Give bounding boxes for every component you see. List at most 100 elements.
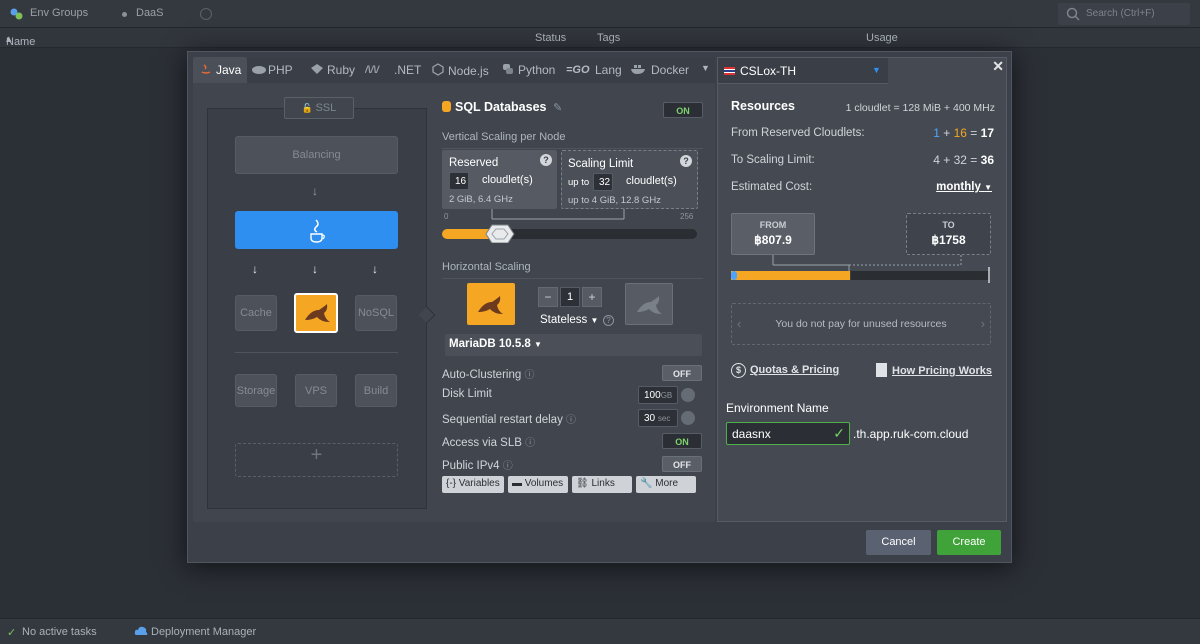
slider-max-label: 256	[680, 212, 694, 221]
help-icon[interactable]: ?	[603, 315, 614, 326]
java-app-server-node[interactable]	[235, 211, 398, 249]
cloudlet-definition: 1 cloudlet = 128 MiB + 400 MHz	[845, 102, 995, 114]
seal-icon	[303, 302, 331, 327]
wrench-icon: 🔧	[640, 478, 653, 489]
variables-button[interactable]: {-} Variables	[442, 476, 504, 493]
help-icon[interactable]: ⓘ	[566, 415, 576, 426]
help-icon[interactable]: ?	[680, 155, 692, 167]
scaling-limit-sum: 4 + 32 = 36	[933, 153, 994, 167]
divider	[442, 148, 703, 149]
status-bar: ✓ No active tasks Deployment Manager	[0, 618, 1200, 644]
chevron-right-icon[interactable]: ›	[981, 316, 985, 331]
limit-cloudlets-input[interactable]: 32	[593, 173, 613, 191]
arrow-down-icon: ↓	[312, 184, 318, 198]
tab-ruby[interactable]: Ruby	[310, 57, 355, 83]
column-name[interactable]: Name ▴	[6, 32, 35, 48]
arrow-down-icon: ↓	[372, 262, 378, 276]
from-label: FROM	[759, 220, 787, 230]
dollar-circle-icon: $	[731, 363, 746, 378]
from-value: ฿807.9	[754, 233, 792, 247]
reserved-title: Reserved	[449, 157, 499, 169]
scaling-mode-dropdown[interactable]: Stateless ▼	[540, 314, 598, 326]
quotas-pricing-link[interactable]: $ Quotas & Pricing	[731, 363, 839, 378]
svg-text:=GO: =GO	[566, 64, 590, 75]
vps-node[interactable]: VPS	[295, 374, 337, 407]
column-tags[interactable]: Tags	[597, 32, 620, 44]
vertical-scaling-slider[interactable]	[442, 209, 704, 243]
divider	[235, 352, 398, 353]
cost-period-dropdown[interactable]: monthly ▼	[936, 181, 992, 193]
dotnet-icon: /\/\/	[364, 63, 391, 76]
tab-php[interactable]: PHP	[251, 57, 293, 83]
env-groups-icon[interactable]	[9, 7, 23, 21]
tab-dotnet[interactable]: /\/\/.NET	[364, 57, 421, 83]
spinner-icon[interactable]	[681, 388, 695, 402]
close-tab-icon[interactable]	[200, 8, 212, 20]
caret-down-icon: ▼	[590, 316, 599, 325]
restart-delay-input[interactable]: 30 sec	[638, 409, 678, 427]
help-icon[interactable]: ?	[540, 154, 552, 166]
disk-limit-input[interactable]: 100GB	[638, 386, 678, 404]
tab-docker[interactable]: Docker	[630, 57, 689, 83]
app-topbar: Env Groups DaaS Search (Ctrl+F)	[0, 0, 1200, 28]
add-node-button[interactable]: +	[235, 443, 398, 477]
divider	[442, 278, 703, 279]
close-dialog-icon[interactable]: ✕	[992, 58, 1004, 75]
tab-env-groups[interactable]: Env Groups	[30, 7, 88, 19]
tabs-more-icon[interactable]: ▼	[701, 63, 710, 73]
region-dropdown[interactable]: CSLox-TH ▼	[718, 58, 888, 84]
env-name-input[interactable]: daasnx ✓	[726, 422, 850, 445]
deployment-manager-link[interactable]: Deployment Manager	[151, 626, 256, 638]
volumes-button[interactable]: ▬ Volumes	[508, 476, 568, 493]
link-icon: ⛓	[576, 478, 589, 489]
table-header: Name ▴ Status Tags Usage	[0, 28, 1200, 48]
database-icon	[442, 101, 451, 112]
help-icon[interactable]: ⓘ	[503, 461, 513, 472]
tab-nodejs[interactable]: Node.js	[431, 57, 489, 83]
env-domain-suffix: .th.app.ruk-com.cloud	[853, 427, 969, 441]
how-pricing-works-link[interactable]: How Pricing Works	[876, 363, 992, 377]
reserved-cloudlets-input[interactable]: 16	[449, 172, 469, 190]
tab-python[interactable]: Python	[501, 57, 555, 83]
node-count-input[interactable]: 1	[560, 287, 580, 307]
folder-icon: ▬	[512, 478, 522, 489]
cost-to-box: TO ฿1758	[906, 213, 991, 255]
create-button[interactable]: Create	[937, 530, 1001, 555]
build-node[interactable]: Build	[355, 374, 397, 407]
public-ipv4-toggle[interactable]: OFF	[662, 456, 702, 472]
spinner-icon[interactable]	[681, 411, 695, 425]
cost-range-bar	[731, 255, 990, 283]
links-button[interactable]: ⛓ Links	[572, 476, 632, 493]
edit-pencil-icon[interactable]: ✎	[553, 102, 562, 114]
cache-node[interactable]: Cache	[235, 295, 277, 331]
nodejs-icon	[431, 63, 445, 76]
auto-clustering-toggle[interactable]: OFF	[662, 365, 702, 381]
column-status[interactable]: Status	[535, 32, 566, 44]
increment-nodes-button[interactable]: +	[582, 287, 602, 307]
mariadb-node[interactable]	[294, 293, 338, 333]
check-icon: ✓	[7, 627, 17, 639]
help-icon[interactable]: ⓘ	[524, 370, 534, 381]
search-input[interactable]: Search (Ctrl+F)	[1058, 3, 1190, 25]
balancing-node[interactable]: Balancing	[235, 136, 398, 174]
reserved-desc: 2 GiB, 6.4 GHz	[449, 194, 513, 205]
version-dropdown[interactable]: MariaDB 10.5.8 ▼	[445, 334, 702, 356]
help-icon[interactable]: ⓘ	[525, 438, 535, 449]
tab-go-lang[interactable]: =GO Lang	[566, 57, 622, 83]
cancel-button[interactable]: Cancel	[866, 530, 931, 555]
go-icon: =GO	[566, 63, 592, 76]
storage-node[interactable]: Storage	[235, 374, 277, 407]
ssl-toggle[interactable]: 🔓 SSL	[284, 97, 354, 119]
slb-access-toggle[interactable]: ON	[662, 433, 702, 449]
reserved-cloudlets-sum: 1 + 16 = 17	[933, 126, 994, 140]
tab-java[interactable]: Java	[193, 57, 248, 83]
nosql-node[interactable]: NoSQL	[355, 295, 397, 331]
sql-toggle[interactable]: ON	[663, 102, 703, 118]
tab-daas[interactable]: DaaS	[136, 7, 164, 19]
to-label: TO	[942, 220, 955, 230]
more-button[interactable]: 🔧 More	[636, 476, 696, 493]
caret-down-icon: ▼	[984, 183, 992, 192]
sql-title: SQL Databases ✎	[442, 100, 562, 114]
column-usage[interactable]: Usage	[866, 32, 898, 44]
decrement-nodes-button[interactable]: −	[538, 287, 558, 307]
